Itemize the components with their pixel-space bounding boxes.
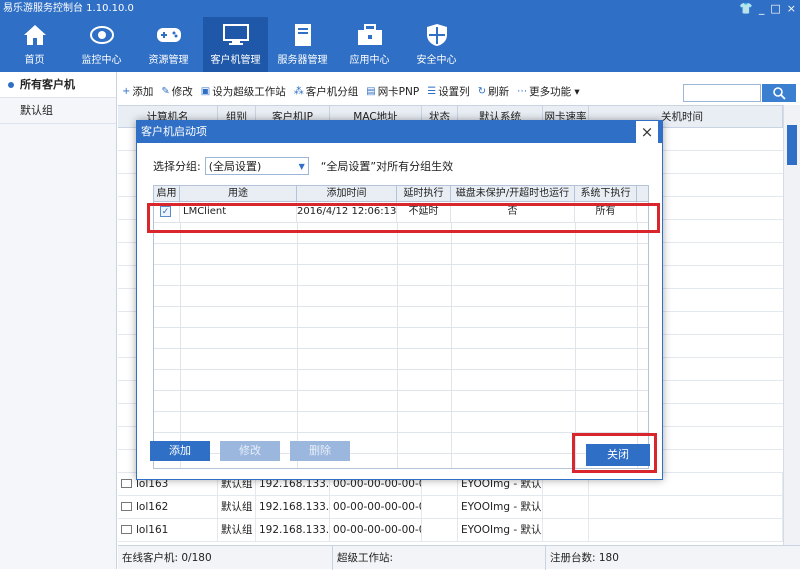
col-enabled[interactable]: 启用: [154, 186, 180, 201]
client-startup-dialog: 客户机启动项 × 选择分组: (全局设置) ▼ “全局设置”对所有分组生效 启用…: [136, 120, 663, 480]
group-note: “全局设置”对所有分组生效: [320, 160, 454, 173]
group-label: 选择分组:: [153, 160, 201, 173]
col-run-unprotected[interactable]: 磁盘未保护/开超时也运行: [451, 186, 575, 201]
dialog-edit-button[interactable]: 修改: [220, 441, 280, 461]
col-purpose[interactable]: 用途: [180, 186, 297, 201]
dialog-delete-button[interactable]: 删除: [290, 441, 350, 461]
dialog-title-bar: 客户机启动项 ×: [137, 121, 662, 143]
close-button-highlight-box: [572, 433, 657, 473]
col-added-time[interactable]: 添加时间: [297, 186, 397, 201]
group-selector-row: 选择分组: (全局设置) ▼ “全局设置”对所有分组生效: [153, 157, 453, 175]
modal-overlay: 客户机启动项 × 选择分组: (全局设置) ▼ “全局设置”对所有分组生效 启用…: [0, 0, 800, 569]
row-highlight-box: [147, 203, 660, 233]
dialog-title: 客户机启动项: [141, 125, 207, 138]
startup-table-header: 启用 用途 添加时间 延时执行 磁盘未保护/开超时也运行 系统下执行: [154, 186, 648, 202]
chevron-down-icon: ▼: [298, 161, 305, 171]
col-exec-system[interactable]: 系统下执行: [575, 186, 637, 201]
group-select[interactable]: (全局设置) ▼: [204, 157, 309, 175]
dialog-add-button[interactable]: 添加: [150, 441, 210, 461]
dialog-action-buttons: 添加 修改 删除: [150, 441, 350, 461]
col-delay[interactable]: 延时执行: [397, 186, 451, 201]
dialog-close-icon[interactable]: ×: [636, 121, 658, 143]
